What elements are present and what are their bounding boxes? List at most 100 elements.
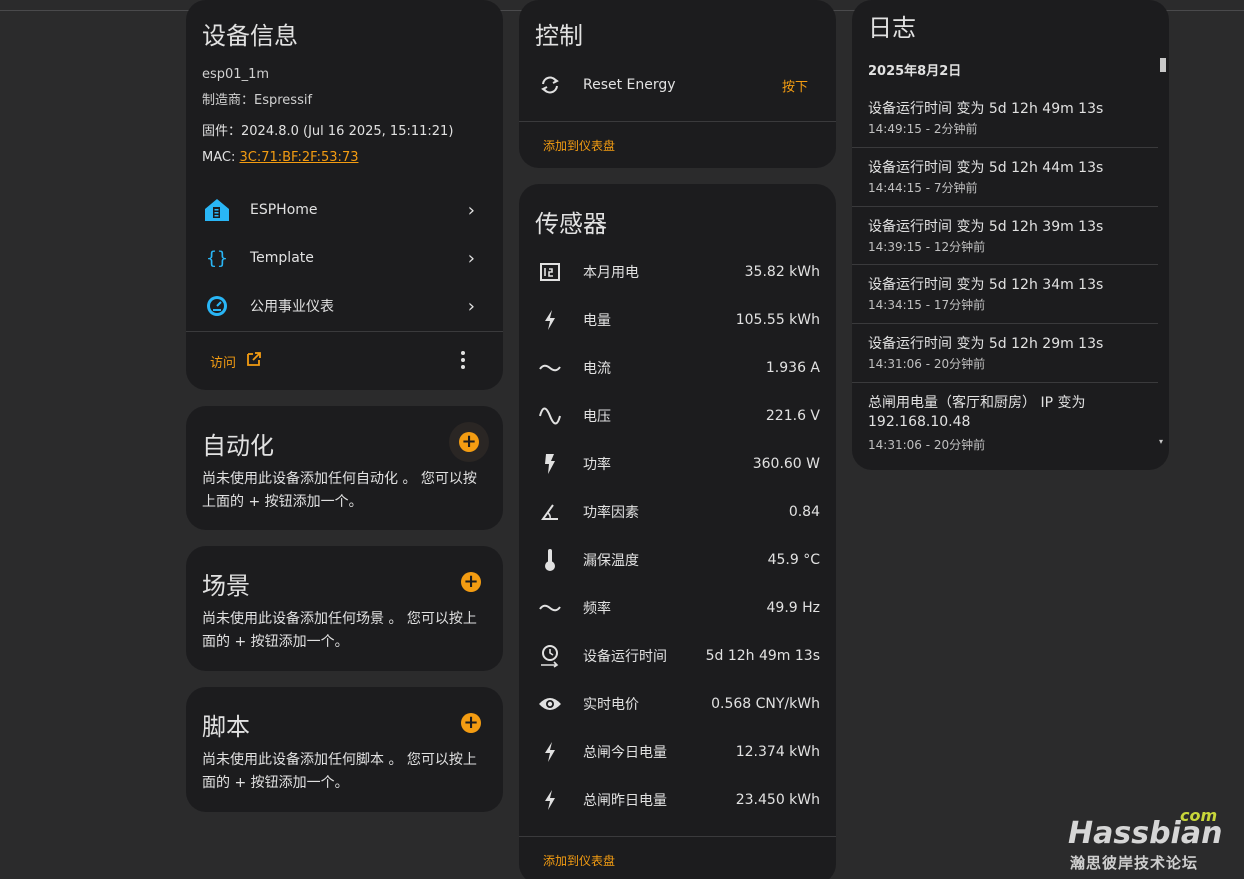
log-entry[interactable]: 设备运行时间 变为 5d 12h 29m 13s 14:31:06 - 20分钟前 (852, 324, 1158, 383)
device-info-card: 设备信息 esp01_1m 制造商：Espressif 固件：2024.8.0 … (186, 0, 503, 390)
add-scene-button[interactable]: + (461, 572, 481, 592)
log-entry[interactable]: 设备运行时间 变为 5d 12h 44m 13s 14:44:15 - 7分钟前 (852, 148, 1158, 207)
empty-line: 面的 + 按钮添加一个。 (202, 775, 349, 791)
sensor-value: 35.82 kWh (744, 264, 820, 280)
automation-empty-text: 尚未使用此设备添加任何自动化 。 您可以按 上面的 + 按钮添加一个。 (202, 468, 477, 514)
sensor-row[interactable]: 总闸今日电量 12.374 kWh (519, 728, 836, 776)
log-entry-message: 设备运行时间 变为 5d 12h 49m 13s (868, 101, 1104, 117)
sensor-value: 45.9 °C (767, 552, 820, 568)
log-entry[interactable]: 设备运行时间 变为 5d 12h 34m 13s 14:34:15 - 17分钟前 (852, 265, 1158, 324)
log-entry-time: 14:34:15 - 17分钟前 (868, 298, 986, 312)
scene-empty-text: 尚未使用此设备添加任何场景 。 您可以按上 面的 + 按钮添加一个。 (202, 608, 477, 654)
log-entry-message: 设备运行时间 变为 5d 12h 34m 13s (868, 277, 1104, 293)
divider (519, 836, 836, 837)
add-to-dashboard-button[interactable]: 添加到仪表盘 (543, 852, 615, 869)
sensor-label: 电流 (583, 361, 611, 377)
empty-line: 上面的 + 按钮添加一个。 (202, 494, 363, 510)
device-mac: MAC: 3C:71:BF:2F:53:73 (202, 150, 358, 165)
more-vert-icon[interactable] (460, 350, 466, 374)
sensor-label: 设备运行时间 (583, 649, 667, 665)
sensor-value: 12.374 kWh (735, 744, 820, 760)
integration-label: ESPHome (250, 202, 318, 218)
sensor-row[interactable]: 设备运行时间 5d 12h 49m 13s (519, 632, 836, 680)
sensor-row[interactable]: 功率因素 0.84 (519, 488, 836, 536)
sensor-row[interactable]: 总闸昨日电量 23.450 kWh (519, 776, 836, 824)
log-entry-time: 14:31:06 - 20分钟前 (868, 357, 986, 371)
device-info-title: 设备信息 (202, 22, 298, 50)
controls-title: 控制 (535, 22, 583, 50)
watermark-brand: Hassbian (1068, 816, 1223, 851)
integration-esphome[interactable]: ESPHome › (186, 186, 503, 234)
angle-icon (535, 504, 565, 520)
sensor-row[interactable]: 本月用电 35.82 kWh (519, 248, 836, 296)
sensor-row[interactable]: 电量 105.55 kWh (519, 296, 836, 344)
watermark: com Hassbian 瀚思彼岸技术论坛 (1068, 806, 1238, 876)
sensor-row[interactable]: 漏保温度 45.9 °C (519, 536, 836, 584)
add-automation-button[interactable]: + (449, 422, 489, 462)
sensor-value: 49.9 Hz (766, 600, 821, 616)
sensor-value: 0.568 CNY/kWh (711, 696, 820, 712)
sensor-value: 1.936 A (765, 360, 820, 376)
log-entry[interactable]: 设备运行时间 变为 5d 12h 39m 13s 14:39:15 - 12分钟前 (852, 207, 1158, 265)
sensor-label: 总闸今日电量 (583, 745, 667, 761)
log-entry[interactable]: 总闸用电量（客厅和厨房） IP 变为 192.168.10.48 14:31:06 … (852, 383, 1158, 463)
automation-card: 自动化 + 尚未使用此设备添加任何自动化 。 您可以按 上面的 + 按钮添加一个… (186, 406, 503, 530)
empty-line: 面的 + 按钮添加一个。 (202, 634, 349, 650)
divider (519, 121, 836, 122)
visit-label: 访问 (210, 355, 237, 371)
sensor-label: 功率因素 (583, 505, 639, 521)
press-button[interactable]: 按下 (782, 76, 808, 95)
scroll-down-arrow-icon[interactable]: ▾ (1159, 437, 1163, 446)
logbook-title: 日志 (868, 14, 916, 42)
flash-icon (535, 789, 565, 811)
mac-label: MAC: (202, 150, 240, 165)
log-entry-message: 总闸用电量（客厅和厨房） IP 变为 (868, 395, 1086, 411)
scene-title: 场景 (202, 572, 250, 600)
logbook-scrollbar[interactable] (1160, 58, 1166, 72)
esphome-icon (202, 198, 232, 222)
open-in-new-icon (246, 351, 262, 371)
log-entry-time: 14:39:15 - 12分钟前 (868, 240, 986, 254)
plus-circle-icon: + (459, 432, 479, 452)
sensor-label: 功率 (583, 457, 611, 473)
empty-line: 尚未使用此设备添加任何自动化 。 您可以按 (202, 471, 477, 487)
chevron-right-icon: › (467, 295, 475, 317)
sine-wave-icon (535, 405, 565, 427)
sensor-value: 5d 12h 49m 13s (705, 648, 820, 664)
script-title: 脚本 (202, 713, 250, 741)
controls-card: 控制 Reset Energy 按下 添加到仪表盘 (519, 0, 836, 168)
log-entry-message: 设备运行时间 变为 5d 12h 29m 13s (868, 336, 1104, 352)
sensor-label: 电量 (583, 313, 611, 329)
sensor-row[interactable]: 频率 49.9 Hz (519, 584, 836, 632)
empty-line: 尚未使用此设备添加任何场景 。 您可以按上 (202, 611, 477, 627)
integration-utility-meter[interactable]: 公用事业仪表 › (186, 282, 503, 330)
sensor-label: 实时电价 (583, 697, 639, 713)
control-label: Reset Energy (583, 77, 676, 93)
sensor-value: 23.450 kWh (735, 792, 820, 808)
script-card: 脚本 + 尚未使用此设备添加任何脚本 。 您可以按上 面的 + 按钮添加一个。 (186, 687, 503, 812)
watermark-subtitle: 瀚思彼岸技术论坛 (1070, 854, 1199, 872)
integration-template[interactable]: {} Template › (186, 234, 503, 282)
visit-link[interactable]: 访问 (210, 351, 262, 371)
integration-label: Template (250, 250, 314, 266)
sensor-row[interactable]: 电流 1.936 A (519, 344, 836, 392)
flash-bold-icon (535, 453, 565, 475)
device-name: esp01_1m (202, 67, 269, 82)
sensor-row[interactable]: 实时电价 0.568 CNY/kWh (519, 680, 836, 728)
flash-icon (535, 741, 565, 763)
log-entry[interactable]: 设备运行时间 变为 5d 12h 49m 13s 14:49:15 - 2分钟前 (852, 89, 1158, 148)
scene-card: 场景 + 尚未使用此设备添加任何场景 。 您可以按上 面的 + 按钮添加一个。 (186, 546, 503, 671)
automation-title: 自动化 (202, 432, 274, 460)
add-to-dashboard-button[interactable]: 添加到仪表盘 (543, 137, 615, 154)
sensor-label: 本月用电 (583, 265, 639, 281)
sensor-label: 漏保温度 (583, 553, 639, 569)
mac-link[interactable]: 3C:71:BF:2F:53:73 (239, 150, 358, 165)
add-script-button[interactable]: + (461, 713, 481, 733)
device-firmware: 固件：2024.8.0 (Jul 16 2025, 15:11:21) (202, 124, 454, 139)
chevron-right-icon: › (467, 199, 475, 221)
sensor-row[interactable]: 功率 360.60 W (519, 440, 836, 488)
integration-label: 公用事业仪表 (250, 299, 334, 315)
sensor-value: 221.6 V (765, 408, 820, 424)
sensor-row[interactable]: 电压 221.6 V (519, 392, 836, 440)
thermometer-icon (535, 548, 565, 572)
